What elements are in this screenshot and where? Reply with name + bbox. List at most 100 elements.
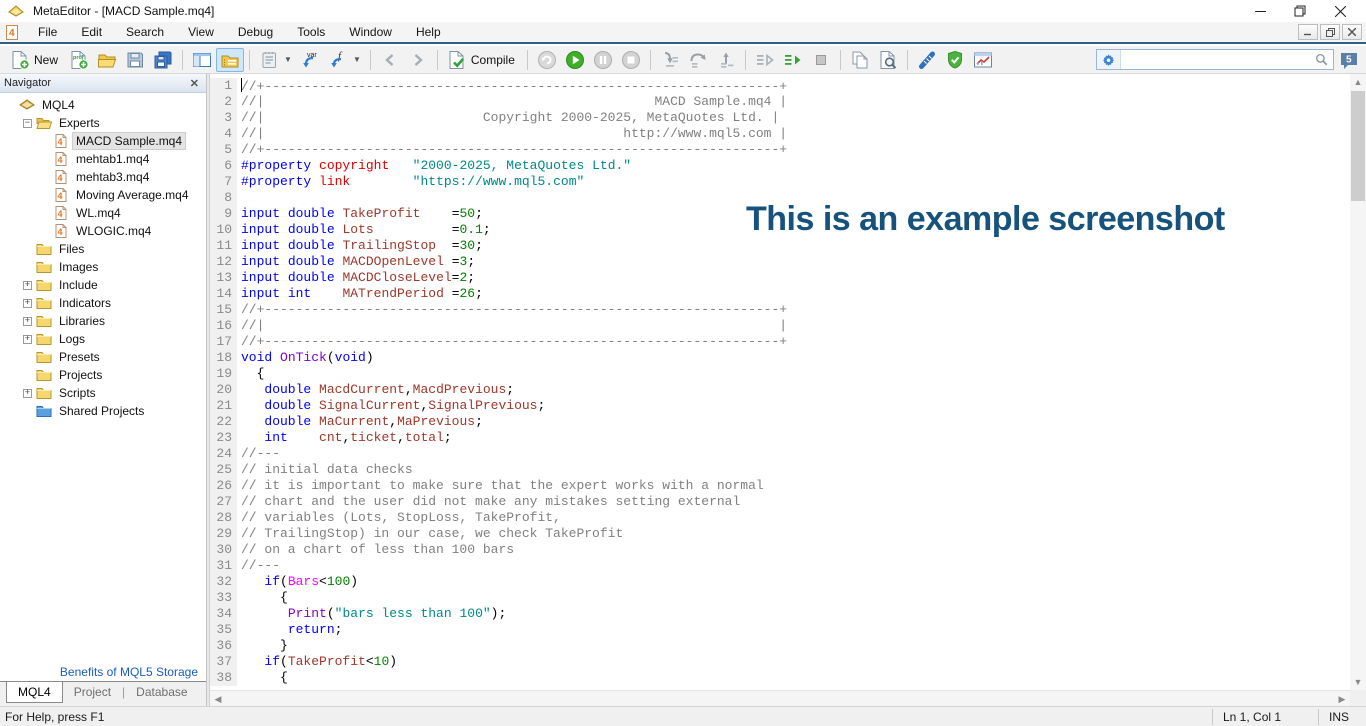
mdi-close-button[interactable] xyxy=(1342,24,1362,40)
code-line-7[interactable]: 7#property link "https://www.mql5.com" xyxy=(210,174,1350,190)
search-input[interactable] xyxy=(1121,51,1309,68)
menu-tools[interactable]: Tools xyxy=(285,22,337,42)
tree-item-images[interactable]: Images xyxy=(0,258,206,276)
tree-item-indicators[interactable]: +Indicators xyxy=(0,294,206,312)
code-line-18[interactable]: 18void OnTick(void) xyxy=(210,350,1350,366)
tree-item-moving-average-mq4[interactable]: 4Moving Average.mq4 xyxy=(0,186,206,204)
goto-variable-button[interactable]: var xyxy=(296,48,324,72)
code-line-30[interactable]: 30// on a chart of less than 100 bars xyxy=(210,542,1350,558)
horizontal-scrollbar[interactable]: ◀ ▶ xyxy=(210,690,1350,706)
tree-item-libraries[interactable]: +Libraries xyxy=(0,312,206,330)
step-into-button[interactable] xyxy=(656,48,684,72)
close-button[interactable] xyxy=(1320,0,1360,22)
code-line-13[interactable]: 13input double MACDCloseLevel=2; xyxy=(210,270,1350,286)
navigator-tab-database[interactable]: Database xyxy=(125,682,198,702)
continue-button[interactable] xyxy=(779,48,807,72)
step-over-button[interactable] xyxy=(684,48,712,72)
forward-button[interactable] xyxy=(404,48,432,72)
code-line-4[interactable]: 4//| http://www.mql5.com | xyxy=(210,126,1350,142)
code-line-12[interactable]: 12input double MACDOpenLevel =3; xyxy=(210,254,1350,270)
code-line-2[interactable]: 2//| MACD Sample.mq4 | xyxy=(210,94,1350,110)
tree-item-presets[interactable]: Presets xyxy=(0,348,206,366)
code-line-16[interactable]: 16//| | xyxy=(210,318,1350,334)
menu-view[interactable]: View xyxy=(176,22,226,42)
search-submit-button[interactable] xyxy=(1309,52,1333,67)
compile-button[interactable]: Compile xyxy=(443,48,522,72)
code-line-3[interactable]: 3//| Copyright 2000-2025, MetaQuotes Ltd… xyxy=(210,110,1350,126)
styler-button[interactable]: ▼ xyxy=(255,48,296,72)
menu-search[interactable]: Search xyxy=(114,22,176,42)
navigator-tab-project[interactable]: Project xyxy=(63,682,122,702)
scroll-down-icon[interactable]: ▼ xyxy=(1350,674,1366,690)
code-line-28[interactable]: 28// variables (Lots, StopLoss, TakeProf… xyxy=(210,510,1350,526)
restore-button[interactable] xyxy=(1280,0,1320,22)
vertical-scrollbar[interactable]: ▲ ▼ xyxy=(1350,74,1366,690)
mql5-storage-button[interactable] xyxy=(941,48,969,72)
tree-item-shared-projects[interactable]: Shared Projects xyxy=(0,402,206,420)
code-line-26[interactable]: 26// it is important to make sure that t… xyxy=(210,478,1350,494)
copy-button[interactable] xyxy=(846,48,874,72)
code-line-1[interactable]: 1//+------------------------------------… xyxy=(210,78,1350,94)
tree-expander-icon[interactable]: + xyxy=(23,389,32,398)
tree-expander-icon[interactable]: + xyxy=(23,317,32,326)
navigator-close-icon[interactable]: ✕ xyxy=(187,77,202,90)
code-line-38[interactable]: 38 { xyxy=(210,670,1350,686)
scroll-left-icon[interactable]: ◀ xyxy=(210,691,226,706)
save-all-button[interactable] xyxy=(149,48,177,72)
code-line-22[interactable]: 22 double MaCurrent,MaPrevious; xyxy=(210,414,1350,430)
window-layout-button[interactable] xyxy=(188,48,216,72)
back-button[interactable] xyxy=(376,48,404,72)
code-line-14[interactable]: 14input int MATrendPeriod =26; xyxy=(210,286,1350,302)
menu-window[interactable]: Window xyxy=(337,22,404,42)
code-line-25[interactable]: 25// initial data checks xyxy=(210,462,1350,478)
menu-help[interactable]: Help xyxy=(404,22,453,42)
tree-item-projects[interactable]: Projects xyxy=(0,366,206,384)
minimize-button[interactable] xyxy=(1240,0,1280,22)
code-line-15[interactable]: 15//+-----------------------------------… xyxy=(210,302,1350,318)
tree-item-wlogic-mq4[interactable]: 4WLOGIC.mq4 xyxy=(0,222,206,240)
debug-stop-button[interactable] xyxy=(617,48,645,72)
navigator-tab-mql4[interactable]: MQL4 xyxy=(6,682,63,703)
code-line-21[interactable]: 21 double SignalCurrent,SignalPrevious; xyxy=(210,398,1350,414)
menu-debug[interactable]: Debug xyxy=(226,22,285,42)
code-line-34[interactable]: 34 Print("bars less than 100"); xyxy=(210,606,1350,622)
mdi-minimize-button[interactable] xyxy=(1298,24,1318,40)
tree-item-scripts[interactable]: +Scripts xyxy=(0,384,206,402)
goto-function-button[interactable]: f▼ xyxy=(324,48,365,72)
save-button[interactable] xyxy=(121,48,149,72)
scroll-right-icon[interactable]: ▶ xyxy=(1334,691,1350,706)
open-button[interactable] xyxy=(93,48,121,72)
menu-file[interactable]: File xyxy=(26,22,69,42)
code-line-19[interactable]: 19 { xyxy=(210,366,1350,382)
code-line-31[interactable]: 31//--- xyxy=(210,558,1350,574)
debug-start-button[interactable] xyxy=(561,48,589,72)
new-file-button[interactable]: New xyxy=(6,48,65,72)
new-project-button[interactable]: proj xyxy=(65,48,93,72)
code-line-6[interactable]: 6#property copyright "2000-2025, MetaQuo… xyxy=(210,158,1350,174)
open-chart-button[interactable] xyxy=(969,48,997,72)
code-line-17[interactable]: 17//+-----------------------------------… xyxy=(210,334,1350,350)
code-line-23[interactable]: 23 int cnt,ticket,total; xyxy=(210,430,1350,446)
mdi-restore-button[interactable] xyxy=(1320,24,1340,40)
tree-item-experts[interactable]: −Experts xyxy=(0,114,206,132)
tree-item-mql4[interactable]: MQL4 xyxy=(0,96,206,114)
tree-item-logs[interactable]: +Logs xyxy=(0,330,206,348)
break-button[interactable] xyxy=(807,48,835,72)
scroll-up-icon[interactable]: ▲ xyxy=(1350,74,1366,90)
menu-edit[interactable]: Edit xyxy=(69,22,114,42)
run-to-cursor-button[interactable] xyxy=(751,48,779,72)
code-line-5[interactable]: 5//+------------------------------------… xyxy=(210,142,1350,158)
code-line-37[interactable]: 37 if(TakeProfit<10) xyxy=(210,654,1350,670)
find-in-files-button[interactable] xyxy=(874,48,902,72)
tree-item-wl-mq4[interactable]: 4WL.mq4 xyxy=(0,204,206,222)
code-line-24[interactable]: 24//--- xyxy=(210,446,1350,462)
code-line-11[interactable]: 11input double TrailingStop =30; xyxy=(210,238,1350,254)
style-brush-button[interactable] xyxy=(913,48,941,72)
code-line-33[interactable]: 33 { xyxy=(210,590,1350,606)
mql5-community-button[interactable]: 5 xyxy=(1338,49,1360,70)
code-line-32[interactable]: 32 if(Bars<100) xyxy=(210,574,1350,590)
code-line-20[interactable]: 20 double MacdCurrent,MacdPrevious; xyxy=(210,382,1350,398)
tree-item-mehtab1-mq4[interactable]: 4mehtab1.mq4 xyxy=(0,150,206,168)
step-out-button[interactable] xyxy=(712,48,740,72)
navigator-toggle-button[interactable] xyxy=(216,48,244,72)
